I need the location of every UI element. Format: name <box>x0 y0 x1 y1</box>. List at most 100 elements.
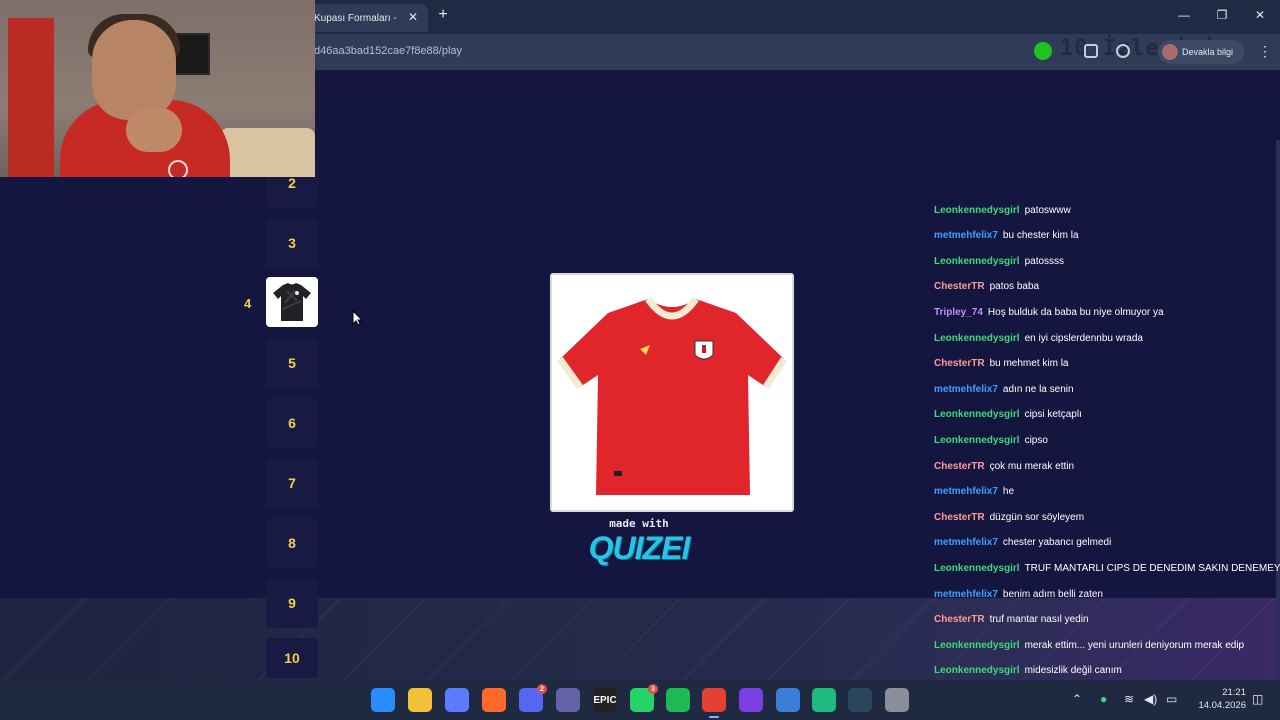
made-with-label: made with <box>609 517 669 530</box>
chat-text: bu mehmet kim la <box>989 358 1069 370</box>
chat-text: Hoş bulduk da baba bu niye olmuyor ya <box>987 306 1164 318</box>
chat-username[interactable]: metmehfelix7 <box>934 230 998 241</box>
chat-text: bu chester kim la <box>1002 230 1079 242</box>
chat-username[interactable]: Leonkennedysgirl <box>934 409 1020 420</box>
chat-username[interactable]: metmehfelix7 <box>934 589 998 600</box>
chat-username[interactable]: Leonkennedysgirl <box>934 205 1020 216</box>
chat-text: patoswww <box>1024 204 1071 216</box>
extension-icon[interactable] <box>1116 44 1130 58</box>
restore-button[interactable]: ❐ <box>1212 8 1232 22</box>
chat-username[interactable]: Tripley_74 <box>934 307 983 318</box>
profile-button[interactable]: Devakla bilgi <box>1158 40 1244 64</box>
rank-slot[interactable]: 8 <box>266 518 318 568</box>
rank-slot[interactable]: 10 <box>266 638 318 678</box>
firefox-icon[interactable] <box>482 688 506 712</box>
chat-message: ChesterTR truf mantar nasıl yedin <box>934 612 1089 628</box>
chat-text: cipso <box>1024 434 1048 446</box>
active-rank-number: 4 <box>244 296 252 311</box>
steam-icon[interactable] <box>848 688 872 712</box>
chat-username[interactable]: metmehfelix7 <box>934 537 998 548</box>
chat-username[interactable]: ChesterTR <box>934 461 985 472</box>
file-explorer-icon[interactable] <box>408 688 432 712</box>
chat-message: metmehfelix7 benim adım belli zaten <box>934 586 1103 602</box>
chat-username[interactable]: Leonkennedysgirl <box>934 665 1020 676</box>
page-scrollbar[interactable] <box>1276 140 1280 680</box>
extension-icon[interactable] <box>1084 44 1098 58</box>
jersey-card[interactable] <box>550 273 794 512</box>
tab-close-icon[interactable]: ✕ <box>408 10 418 24</box>
battery-icon[interactable]: ▭ <box>1166 692 1177 706</box>
chat-text: truf mantar nasıl yedin <box>989 614 1089 626</box>
close-window-button[interactable]: ✕ <box>1250 8 1270 22</box>
browser-menu-icon[interactable]: ⋮ <box>1258 44 1272 58</box>
visual-studio-icon[interactable] <box>739 688 763 712</box>
chat-message: Leonkennedysgirl patoswww <box>934 202 1071 218</box>
rank-slot[interactable]: 3 <box>266 218 318 268</box>
chat-username[interactable]: metmehfelix7 <box>934 384 998 395</box>
wifi-icon[interactable]: ≋ <box>1124 692 1134 706</box>
minimize-button[interactable]: — <box>1174 8 1194 22</box>
chat-text: patossss <box>1024 255 1065 267</box>
black-jersey-thumbnail <box>269 279 315 325</box>
rank-slot[interactable]: 5 <box>266 338 318 388</box>
rank-slot-filled[interactable] <box>266 277 318 327</box>
windows-taskbar: ⌃ ● ≋ ◀) ▭ ◫ 2 EPIC 3 <box>0 680 1280 720</box>
stream-status-indicator <box>1034 42 1052 60</box>
chat-username[interactable]: metmehfelix7 <box>934 486 998 497</box>
volume-icon[interactable]: ◀) <box>1144 692 1157 706</box>
app-icon[interactable] <box>776 688 800 712</box>
chat-text: benim adım belli zaten <box>1002 588 1103 600</box>
rank-slot[interactable]: 7 <box>266 458 318 508</box>
chat-message: Leonkennedysgirl patossss <box>934 253 1064 269</box>
chat-text: en iyi cipslerdennbu wrada <box>1024 332 1143 344</box>
chat-message: Leonkennedysgirl merak ettim... yeni urun… <box>934 637 1244 653</box>
spotify-icon[interactable] <box>666 688 690 712</box>
chat-username[interactable]: ChesterTR <box>934 614 985 625</box>
chat-text: merak ettim... yeni urunleri deniyorum m… <box>1024 639 1245 651</box>
chat-text: midesizlik değil canım <box>1024 665 1122 677</box>
discord-icon[interactable]: 2 <box>519 684 547 712</box>
clock-date: 14.04.2026 <box>1198 700 1246 711</box>
chat-username[interactable]: ChesterTR <box>934 358 985 369</box>
taskbar-clock[interactable]: 21:21 14.04.2026 <box>1190 686 1246 712</box>
settings-icon[interactable] <box>885 688 909 712</box>
tray-chevron-icon[interactable]: ⌃ <box>1072 692 1082 706</box>
rank-slot[interactable]: 9 <box>266 578 318 628</box>
red-jersey-image <box>552 275 792 510</box>
browser-tab[interactable]: Kupası Formaları - ✕ <box>306 4 428 32</box>
chat-message: metmehfelix7 bu chester kim la <box>934 228 1079 244</box>
chat-username[interactable]: Leonkennedysgirl <box>934 435 1020 446</box>
chat-username[interactable]: ChesterTR <box>934 281 985 292</box>
chrome-icon[interactable] <box>702 688 726 712</box>
notification-icon[interactable]: ◫ <box>1252 692 1263 706</box>
chat-message: ChesterTR patos baba <box>934 279 1039 295</box>
chat-message: Tripley_74 Hoş bulduk da baba bu niye olm… <box>934 304 1164 320</box>
chat-message: Leonkennedysgirl en iyi cipslerdennbu wra… <box>934 330 1143 346</box>
chat-username[interactable]: Leonkennedysgirl <box>934 333 1020 344</box>
chat-message: metmehfelix7 he <box>934 484 1014 500</box>
mouse-cursor-icon <box>352 310 364 326</box>
copilot-icon[interactable] <box>445 688 469 712</box>
webcam-overlay <box>0 0 315 177</box>
chat-username[interactable]: Leonkennedysgirl <box>934 563 1020 574</box>
chat-username[interactable]: Leonkennedysgirl <box>934 640 1020 651</box>
chat-text: çok mu merak ettin <box>989 460 1075 472</box>
whatsapp-icon[interactable]: 3 <box>630 684 658 712</box>
chat-message: Leonkennedysgirl cipso <box>934 432 1048 448</box>
epic-games-icon[interactable]: EPIC <box>593 688 617 712</box>
microphone-icon[interactable]: ● <box>1100 692 1107 706</box>
rank-slot[interactable]: 6 <box>266 398 318 448</box>
chat-message: Leonkennedysgirl TRUF MANTARLI CIPS DE DE… <box>934 560 1280 576</box>
new-tab-button[interactable]: + <box>434 6 452 24</box>
windows-start-icon[interactable] <box>371 688 395 712</box>
clock-time: 21:21 <box>1222 687 1246 698</box>
chat-username[interactable]: Leonkennedysgirl <box>934 256 1020 267</box>
chat-message: ChesterTR çok mu merak ettin <box>934 458 1074 474</box>
teams-icon[interactable] <box>556 688 580 712</box>
notification-badge: 2 <box>537 684 547 694</box>
url-text[interactable]: d46aa3bad152cae7f8e88/play <box>314 45 462 57</box>
game-icon[interactable] <box>812 688 836 712</box>
quizei-logo[interactable]: QUIZEI <box>586 530 692 567</box>
chat-username[interactable]: ChesterTR <box>934 512 985 523</box>
active-app-indicator <box>709 716 719 718</box>
